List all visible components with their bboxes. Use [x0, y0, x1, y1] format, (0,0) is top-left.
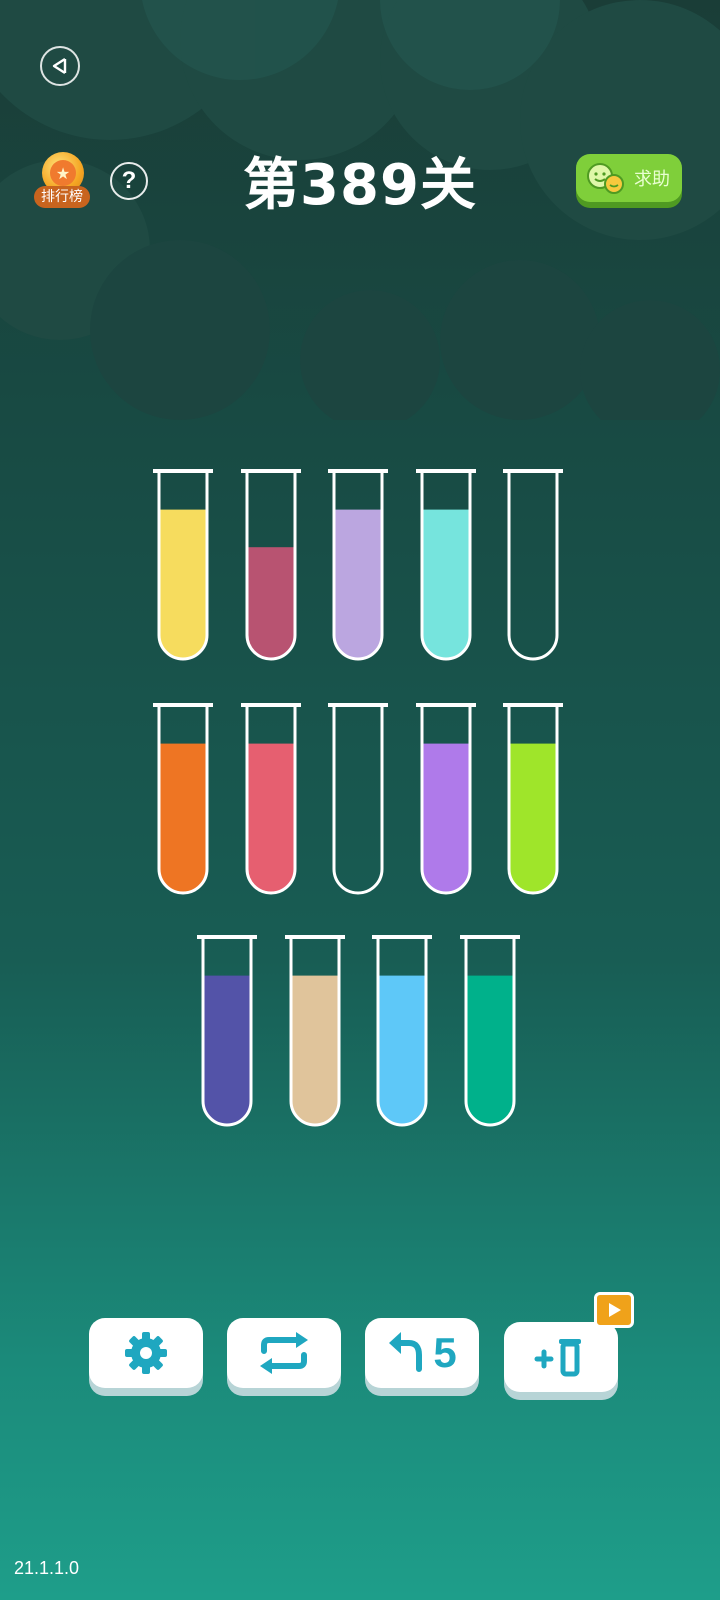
tube-liquid — [421, 509, 470, 659]
tube[interactable] — [153, 700, 213, 898]
tube-outline — [332, 706, 384, 895]
version-label: 21.1.1.0 — [14, 1558, 80, 1578]
undo-count: 5 — [433, 1329, 457, 1376]
tube-liquid — [159, 509, 207, 659]
tube-liquid — [334, 509, 382, 659]
undo-arrow-icon — [389, 1332, 423, 1372]
tube[interactable] — [415, 466, 476, 664]
undo-button[interactable]: 5 — [365, 1318, 479, 1388]
back-triangle-icon — [52, 57, 67, 75]
tube[interactable] — [459, 932, 520, 1130]
add-tube-icon — [534, 1339, 581, 1377]
tube-liquid — [509, 743, 557, 893]
repeat-arrows-icon — [260, 1332, 308, 1374]
tube[interactable] — [415, 700, 476, 898]
smile-faces-icon — [587, 163, 624, 194]
tube-liquid — [203, 975, 251, 1125]
tube[interactable] — [503, 466, 563, 664]
add-tube-button[interactable] — [504, 1292, 634, 1392]
tube[interactable] — [240, 466, 301, 664]
video-play-icon — [609, 1303, 621, 1317]
tube-liquid — [378, 975, 426, 1125]
tube[interactable] — [372, 932, 432, 1130]
settings-button[interactable] — [89, 1318, 203, 1388]
gear-icon — [125, 1332, 167, 1374]
tube[interactable] — [240, 700, 301, 898]
tube[interactable] — [153, 466, 213, 664]
tube-liquid — [246, 743, 295, 893]
tube[interactable] — [328, 700, 388, 898]
help-request-label: 求助 — [634, 169, 670, 190]
tube[interactable] — [284, 932, 345, 1130]
tube-outline — [507, 472, 559, 661]
tube-liquid — [290, 975, 339, 1125]
tube[interactable] — [197, 932, 257, 1130]
tube-liquid — [421, 743, 470, 893]
tube-liquid — [465, 975, 514, 1125]
tube-liquid — [246, 547, 295, 659]
tube[interactable] — [328, 466, 388, 664]
restart-button[interactable] — [227, 1318, 341, 1388]
help-request-button[interactable]: 求助 — [576, 154, 682, 202]
tube-liquid — [159, 743, 207, 893]
video-ad-badge — [594, 1292, 634, 1328]
tube[interactable] — [503, 700, 563, 898]
back-button[interactable] — [40, 46, 80, 86]
